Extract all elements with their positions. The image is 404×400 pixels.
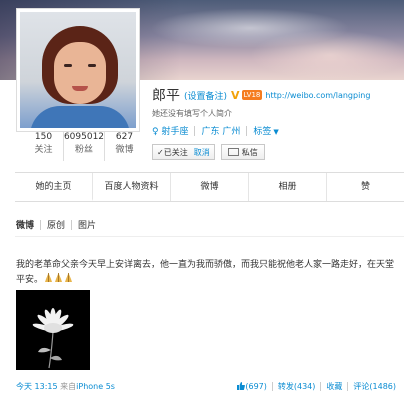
caret-down-icon: ▼ (273, 128, 279, 136)
filter-images[interactable]: 图片 (78, 218, 96, 231)
followed-status: ✓已关注 取消 (152, 144, 215, 160)
set-remark-link[interactable]: (设置备注) (184, 89, 227, 102)
repost-button[interactable]: 转发(434) (278, 381, 316, 392)
post-image-white-chrysanthemum[interactable] (16, 290, 90, 370)
post-source-link[interactable]: iPhone 5s (76, 382, 115, 391)
filter-original[interactable]: 原创 (47, 218, 65, 231)
post-footer: 今天 13:15 来自iPhone 5s (697) 转发(434) 收藏 评论… (16, 381, 396, 392)
tab-her-homepage[interactable]: 她的主页 (15, 173, 93, 201)
stat-following[interactable]: 150 关注 (24, 131, 64, 161)
tab-weibo[interactable]: 微博 (171, 173, 249, 201)
comment-button[interactable]: 评论(1486) (353, 381, 396, 392)
tab-album[interactable]: 相册 (249, 173, 327, 201)
pray-icon (64, 273, 73, 283)
unfollow-button[interactable]: 取消 (194, 147, 210, 158)
favorite-button[interactable]: 收藏 (326, 381, 342, 392)
envelope-icon (227, 148, 239, 156)
stat-posts[interactable]: 627 微博 (105, 131, 144, 161)
feed-filter: 微博 原创 图片 (16, 218, 96, 231)
message-button[interactable]: 私信 (220, 144, 265, 160)
profile-bio: 她还没有填写个人简介 (152, 109, 232, 118)
white-chrysanthemum-icon (16, 290, 90, 370)
location-link[interactable]: 广东 广州 (201, 124, 240, 137)
pray-icon (44, 273, 53, 283)
tab-likes[interactable]: 赞 (327, 173, 404, 201)
avatar[interactable] (16, 8, 140, 132)
profile-name: 郎平 (152, 88, 180, 104)
verified-badge-icon[interactable]: V (231, 89, 240, 102)
post-time-link[interactable]: 今天 13:15 (16, 382, 58, 391)
homepage-link[interactable]: http://weibo.com/langping (265, 91, 370, 100)
profile-tabs: 她的主页 百度人物资料 微博 相册 赞 (15, 172, 404, 202)
profile-stats: 150 关注 6095012 粉丝 627 微博 (24, 131, 144, 161)
stat-followers[interactable]: 6095012 粉丝 (64, 131, 106, 161)
pray-icon (54, 273, 63, 283)
zodiac-link[interactable]: ♀ 射手座 (152, 124, 188, 137)
filter-weibo[interactable]: 微博 (16, 218, 34, 231)
level-badge[interactable]: LV18 (241, 90, 263, 100)
like-button[interactable]: (697) (237, 382, 267, 391)
tags-dropdown[interactable]: 标签 ▼ (253, 124, 278, 137)
tab-baidu-profile[interactable]: 百度人物资料 (93, 173, 171, 201)
post-text: 我的老革命父亲今天早上安详离去，他一直为我而骄傲，而我只能祝他老人家一路走好，在… (16, 260, 395, 285)
person-icon: ♀ (152, 127, 159, 137)
